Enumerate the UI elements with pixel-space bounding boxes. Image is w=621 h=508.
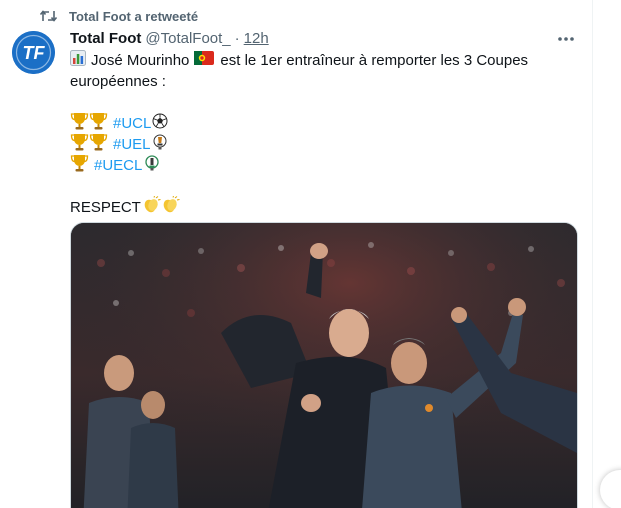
scroll-button[interactable]	[600, 470, 621, 508]
avatar[interactable]: TF	[12, 31, 55, 74]
trophy-icon	[89, 133, 108, 157]
tweet-line2: européennes :	[70, 73, 166, 90]
hashtag-uel[interactable]: #UEL	[113, 134, 151, 155]
tweet-line1-prefix: José Mourinho	[91, 52, 190, 69]
portugal-flag-icon	[194, 50, 215, 71]
retweet-label[interactable]: Total Foot a retweeté	[69, 9, 198, 24]
uel-line: #UEL	[70, 133, 540, 157]
tweet-text: José Mourinho est le 1er entraîneur à re…	[70, 49, 540, 220]
more-options-icon[interactable]	[555, 30, 577, 48]
header-separator: ·	[234, 30, 240, 47]
tweet-header: Total Foot @TotalFoot_ · 12h	[70, 29, 269, 48]
tweet-photo[interactable]	[70, 222, 578, 508]
trophy-icon	[70, 154, 89, 178]
tweet-time[interactable]: 12h	[244, 30, 269, 47]
uecl-line: #UECL	[70, 154, 540, 178]
clapping-hands-icon	[142, 195, 161, 220]
bar-chart-emoji-icon	[70, 49, 86, 72]
respect-line: RESPECT	[70, 195, 540, 220]
respect-text: RESPECT	[70, 199, 141, 216]
clapping-hands-icon	[161, 195, 180, 220]
hashtag-uecl[interactable]: #UECL	[94, 155, 142, 176]
hashtag-ucl[interactable]: #UCL	[113, 113, 151, 134]
tweet-page: Total Foot a retweeté TF Total Foot @Tot…	[0, 0, 621, 508]
soccer-ball-icon	[152, 113, 168, 135]
avatar-logo-text: TF	[23, 43, 46, 63]
tweet-line1-suffix: est le 1er entraîneur à remporter les 3 …	[220, 52, 529, 69]
ucl-line: #UCL	[70, 112, 540, 135]
retweet-context[interactable]: Total Foot a retweeté	[40, 7, 198, 25]
retweet-icon	[40, 9, 57, 23]
conference-league-trophy-icon	[145, 154, 160, 177]
author-name[interactable]: Total Foot	[70, 30, 141, 47]
author-handle[interactable]: @TotalFoot_	[145, 30, 230, 47]
column-border	[592, 0, 593, 508]
europa-league-trophy-icon	[153, 134, 167, 156]
